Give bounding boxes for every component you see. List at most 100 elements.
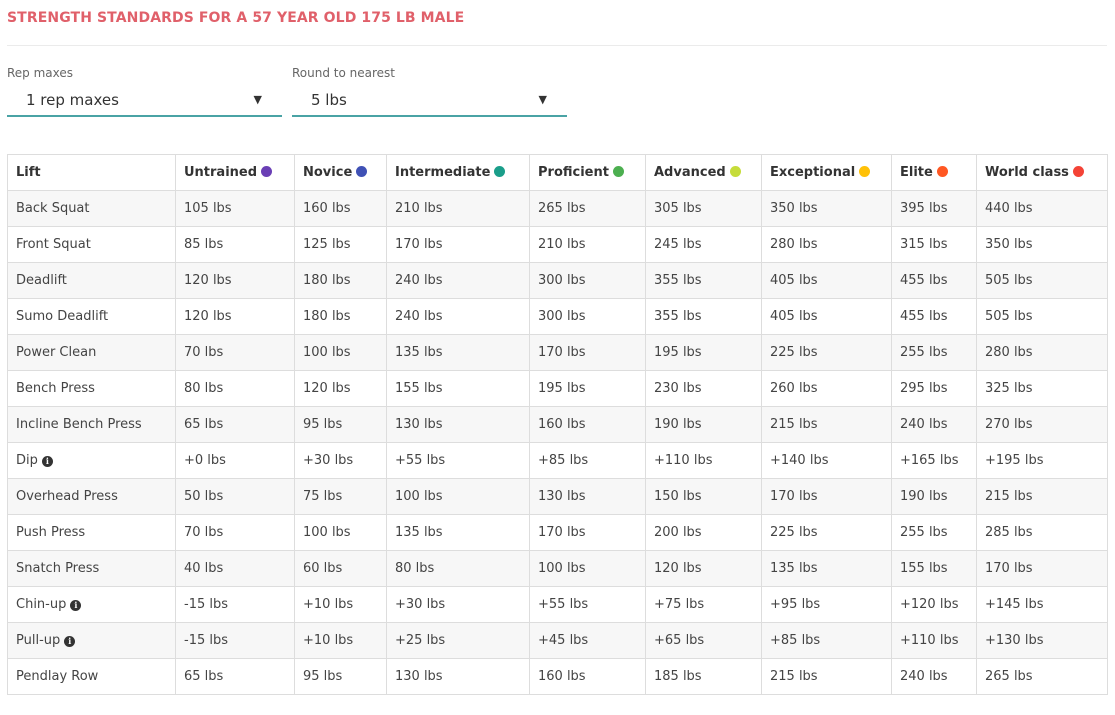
round-to-label: Round to nearest <box>292 66 395 80</box>
standard-value-cell: 315 lbs <box>891 226 977 263</box>
table-row: Incline Bench Press 65 lbs 95 lbs 130 lbs 16… <box>7 406 1108 443</box>
table-row: Bench Press 80 lbs 120 lbs 155 lbs 195 lbs 23… <box>7 370 1108 407</box>
table-header-row: Lift Untrained Novice Intermediate Proficien… <box>7 154 1108 191</box>
table-row: Snatch Press 40 lbs 60 lbs 80 lbs 100 lbs 120… <box>7 550 1108 587</box>
standard-value-cell: +85 lbs <box>761 622 892 659</box>
page-title: STRENGTH STANDARDS FOR A 57 YEAR OLD 175… <box>7 10 465 26</box>
round-to-select[interactable]: 5 lbs ▼ <box>292 87 567 117</box>
lift-name: Front Squat <box>16 237 91 252</box>
column-header-advanced: Advanced <box>645 154 762 191</box>
standard-value-cell: 95 lbs <box>294 658 387 695</box>
standard-value-cell: 240 lbs <box>891 406 977 443</box>
table-body: Back Squat 105 lbs 160 lbs 210 lbs 265 lbs 30… <box>7 190 1108 695</box>
standard-value-cell: 95 lbs <box>294 406 387 443</box>
standard-value-cell: +10 lbs <box>294 622 387 659</box>
standard-value-cell: +110 lbs <box>891 622 977 659</box>
standard-value-cell: +140 lbs <box>761 442 892 479</box>
lift-name: Bench Press <box>16 381 95 396</box>
lift-name: Dip <box>16 453 38 468</box>
lift-name: Chin-up <box>16 597 67 612</box>
standard-value-cell: 190 lbs <box>891 478 977 515</box>
standard-value-cell: 280 lbs <box>976 334 1108 371</box>
column-header-label: Proficient <box>538 165 609 180</box>
level-color-dot-icon <box>356 166 368 177</box>
table-row: Pull-up i -15 lbs +10 lbs +25 lbs +45 lbs +65 … <box>7 622 1108 659</box>
lift-name-cell: Snatch Press <box>7 550 176 587</box>
standard-value-cell: 100 lbs <box>294 514 387 551</box>
lift-name-cell: Pull-up i <box>7 622 176 659</box>
round-to-value: 5 lbs <box>311 91 347 109</box>
rep-maxes-select[interactable]: 1 rep maxes ▼ <box>7 87 282 117</box>
standard-value-cell: 285 lbs <box>976 514 1108 551</box>
standard-value-cell: 505 lbs <box>976 262 1108 299</box>
table-row: Deadlift 120 lbs 180 lbs 240 lbs 300 lbs 355 … <box>7 262 1108 299</box>
standard-value-cell: 180 lbs <box>294 298 387 335</box>
standard-value-cell: 200 lbs <box>645 514 762 551</box>
standard-value-cell: 395 lbs <box>891 190 977 227</box>
lift-name: Pendlay Row <box>16 669 99 684</box>
standard-value-cell: 120 lbs <box>294 370 387 407</box>
strength-standards-table: Lift Untrained Novice Intermediate Proficien… <box>7 154 1108 695</box>
standard-value-cell: 440 lbs <box>976 190 1108 227</box>
table-row: Pendlay Row 65 lbs 95 lbs 130 lbs 160 lbs 185… <box>7 658 1108 695</box>
column-header-label: Untrained <box>184 165 258 180</box>
table-row: Power Clean 70 lbs 100 lbs 135 lbs 170 lbs 19… <box>7 334 1108 371</box>
info-icon[interactable]: i <box>64 636 76 647</box>
standard-value-cell: 305 lbs <box>645 190 762 227</box>
lift-name: Overhead Press <box>16 489 118 504</box>
standard-value-cell: 130 lbs <box>529 478 646 515</box>
rep-maxes-field: Rep maxes 1 rep maxes ▼ <box>7 66 282 117</box>
standard-value-cell: 225 lbs <box>761 334 892 371</box>
column-header-intermediate: Intermediate <box>386 154 530 191</box>
standard-value-cell: 120 lbs <box>645 550 762 587</box>
standard-value-cell: 130 lbs <box>386 406 530 443</box>
standard-value-cell: 190 lbs <box>645 406 762 443</box>
level-color-dot-icon <box>612 166 624 177</box>
column-header-world-class: World class <box>976 154 1108 191</box>
standard-value-cell: +130 lbs <box>976 622 1108 659</box>
standard-value-cell: 80 lbs <box>175 370 295 407</box>
standard-value-cell: 455 lbs <box>891 262 977 299</box>
standard-value-cell: 170 lbs <box>529 514 646 551</box>
standard-value-cell: 240 lbs <box>891 658 977 695</box>
standard-value-cell: 240 lbs <box>386 262 530 299</box>
standard-value-cell: 85 lbs <box>175 226 295 263</box>
info-icon[interactable]: i <box>70 600 82 611</box>
lift-name: Sumo Deadlift <box>16 309 109 324</box>
level-color-dot-icon <box>859 166 871 177</box>
standard-value-cell: -15 lbs <box>175 586 295 623</box>
standard-value-cell: +10 lbs <box>294 586 387 623</box>
standard-value-cell: +30 lbs <box>294 442 387 479</box>
standard-value-cell: 280 lbs <box>761 226 892 263</box>
standard-value-cell: 160 lbs <box>529 658 646 695</box>
standard-value-cell: 80 lbs <box>386 550 530 587</box>
column-header-label: World class <box>985 165 1069 180</box>
rep-maxes-value: 1 rep maxes <box>26 91 119 109</box>
standard-value-cell: 350 lbs <box>761 190 892 227</box>
standard-value-cell: 50 lbs <box>175 478 295 515</box>
standard-value-cell: 210 lbs <box>386 190 530 227</box>
standard-value-cell: 135 lbs <box>761 550 892 587</box>
standard-value-cell: 100 lbs <box>529 550 646 587</box>
standard-value-cell: 180 lbs <box>294 262 387 299</box>
standard-value-cell: 255 lbs <box>891 334 977 371</box>
standard-value-cell: +85 lbs <box>529 442 646 479</box>
standard-value-cell: 225 lbs <box>761 514 892 551</box>
lift-name-cell: Push Press <box>7 514 176 551</box>
level-color-dot-icon <box>1072 166 1084 177</box>
table-row: Front Squat 85 lbs 125 lbs 170 lbs 210 lbs 24… <box>7 226 1108 263</box>
standard-value-cell: 300 lbs <box>529 298 646 335</box>
info-icon[interactable]: i <box>41 456 53 467</box>
rep-maxes-label: Rep maxes <box>7 66 74 80</box>
standard-value-cell: 405 lbs <box>761 262 892 299</box>
standard-value-cell: +65 lbs <box>645 622 762 659</box>
column-header-label: Exceptional <box>770 165 856 180</box>
standard-value-cell: 70 lbs <box>175 514 295 551</box>
standard-value-cell: +45 lbs <box>529 622 646 659</box>
standard-value-cell: 120 lbs <box>175 262 295 299</box>
standard-value-cell: 100 lbs <box>386 478 530 515</box>
standard-value-cell: 240 lbs <box>386 298 530 335</box>
standard-value-cell: 355 lbs <box>645 262 762 299</box>
column-header-untrained: Untrained <box>175 154 295 191</box>
standard-value-cell: +75 lbs <box>645 586 762 623</box>
